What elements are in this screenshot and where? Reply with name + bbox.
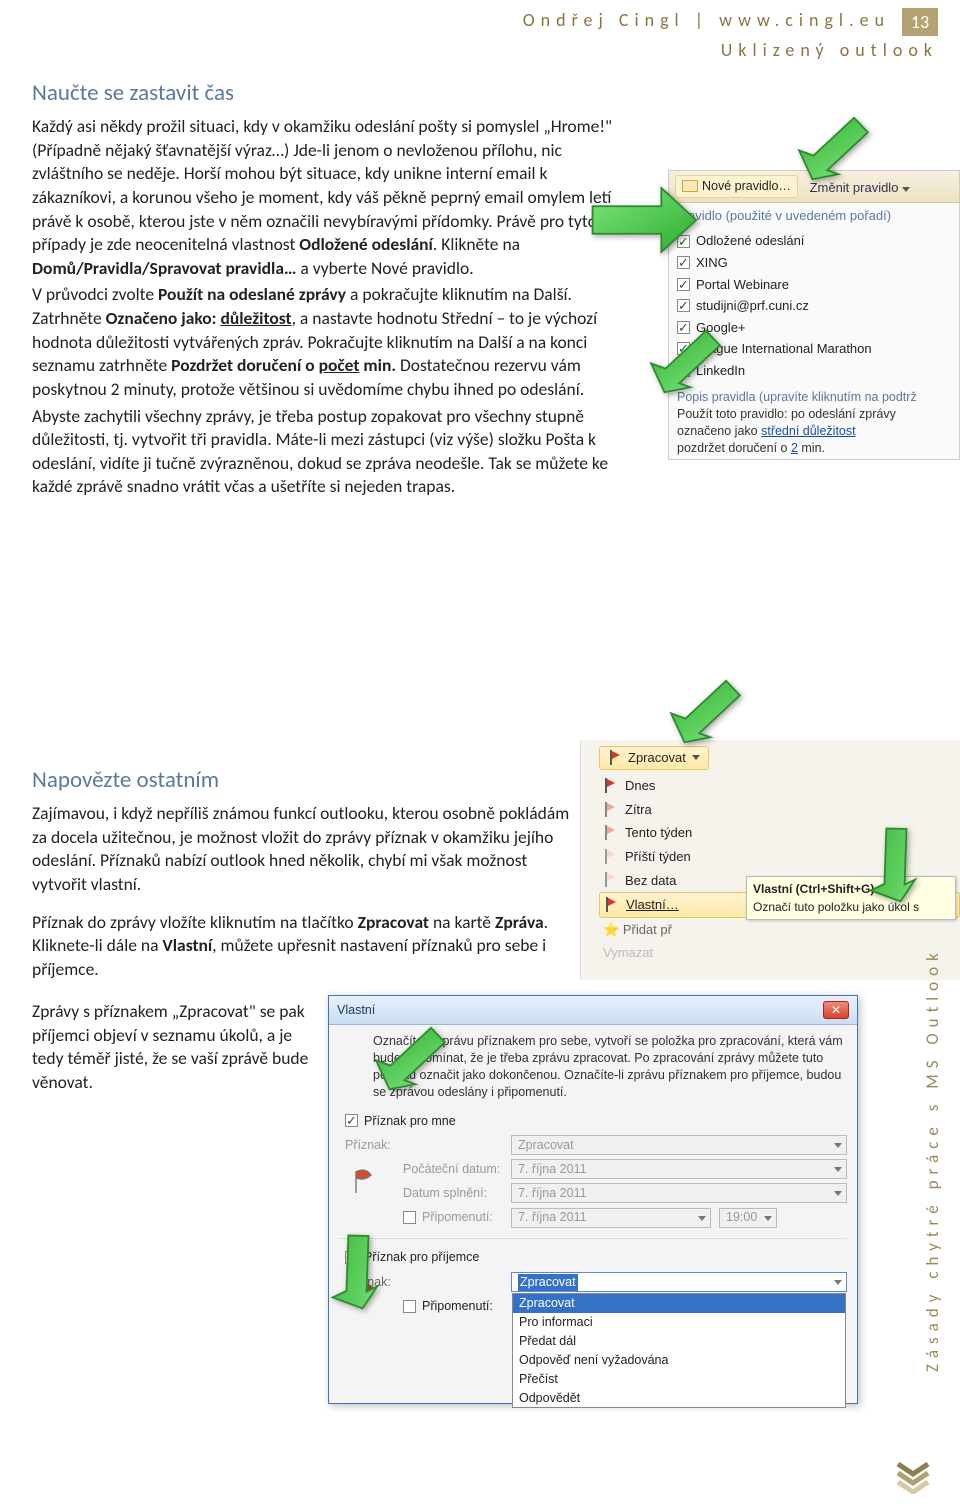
reminder-time-dropdown[interactable]: 19:00 <box>719 1208 777 1228</box>
dropdown-option[interactable]: Pro informaci <box>513 1313 845 1332</box>
due-date-dropdown[interactable]: 7. října 2011 <box>511 1183 847 1203</box>
tooltip-title: Vlastní (Ctrl+Shift+G) <box>753 881 949 897</box>
flag-icon <box>603 778 617 794</box>
followup-item[interactable]: Zítra <box>599 798 960 822</box>
recipient-reminder-checkbox[interactable]: Připomenutí: <box>403 1296 503 1317</box>
dialog-title: Vlastní <box>337 1002 375 1019</box>
flag-icon <box>603 802 617 818</box>
checkbox-icon[interactable] <box>345 1114 358 1127</box>
recipient-flag-dropdown[interactable]: Zpracovat Zpracovat Pro informaci Předat… <box>511 1272 847 1292</box>
section2-body1: Zajímavou, i když nepříliš známou funkcí… <box>32 802 572 897</box>
clear-flag-item[interactable]: Vymazat <box>581 941 960 965</box>
checkbox-icon[interactable] <box>677 299 690 312</box>
section1-title: Naučte se zastavit čas <box>32 78 632 109</box>
section2-body2: Příznak do zprávy vložíte kliknutím na t… <box>32 911 572 982</box>
section2-body3: Zprávy s příznakem „Zpracovat" se pak př… <box>32 1000 322 1095</box>
rule-item[interactable]: Google+ <box>669 317 959 339</box>
rules-list: Odložené odeslání XING Portal Webinare s… <box>669 228 959 383</box>
change-rule-button[interactable]: Změnit pravidlo <box>810 180 911 195</box>
dropdown-option[interactable]: Odpověď není vyžadována <box>513 1351 845 1370</box>
flag-icon <box>603 872 617 888</box>
checkbox-icon[interactable] <box>677 278 690 291</box>
checkbox-icon[interactable] <box>677 321 690 334</box>
followup-menu-screenshot: Zpracovat Dnes Zítra Tento týden Příští … <box>580 740 960 980</box>
dropdown-option[interactable]: Předat dál <box>513 1332 845 1351</box>
close-button[interactable]: ✕ <box>823 1001 849 1019</box>
rule-item[interactable]: studijni@prf.cuni.cz <box>669 295 959 317</box>
checkbox-icon[interactable] <box>677 342 690 355</box>
dialog-titlebar: Vlastní ✕ <box>329 996 857 1025</box>
rule-item[interactable]: LinkedIn <box>669 360 959 382</box>
section-hint-others: Napovězte ostatním Zajímavou, i když nep… <box>32 765 572 984</box>
rule-description: Popis pravidla (upravíte kliknutím na po… <box>669 383 959 460</box>
flag-recipient-icon <box>351 1282 377 1308</box>
chevron-down-icon <box>902 187 910 192</box>
flag-icon <box>603 825 617 841</box>
section1-body: Každý asi někdy prožil situaci, kdy v ok… <box>32 115 632 280</box>
chevron-down-icon <box>692 755 700 760</box>
followup-item[interactable]: Tento týden <box>599 821 960 845</box>
followup-ribbon-button[interactable]: Zpracovat <box>599 746 709 770</box>
add-flag-item[interactable]: ⭐ Přidat př <box>581 918 960 942</box>
custom-flag-dialog: Vlastní ✕ Označíte-li zprávu příznakem p… <box>328 995 858 1404</box>
section1-body2: V průvodci zvolte Použít na odeslané zpr… <box>32 283 632 401</box>
section2-title: Napovězte ostatním <box>32 765 572 796</box>
dropdown-options: Zpracovat Pro informaci Předat dál Odpov… <box>512 1293 846 1408</box>
rule-item[interactable]: Odložené odeslání <box>669 230 959 252</box>
rule-item[interactable]: XING <box>669 252 959 274</box>
checkbox-icon[interactable] <box>677 256 690 269</box>
tooltip-body: Označí tuto položku jako úkol s <box>753 899 949 915</box>
flag-for-recipient-checkbox[interactable]: Příznak pro příjemce <box>345 1247 847 1268</box>
dropdown-option[interactable]: Přečíst <box>513 1370 845 1389</box>
followup-item[interactable]: Příští týden <box>599 845 960 869</box>
section1-body3: Abyste zachytili všechny zprávy, je třeb… <box>32 405 632 500</box>
side-caption: Zásady chytré práce s MS Outlook <box>922 900 950 1420</box>
page-header: Ondřej Cingl | www.cingl.eu 13 Uklizený … <box>523 8 938 63</box>
reminder-date-dropdown[interactable]: 7. října 2011 <box>511 1208 711 1228</box>
flag-icon <box>603 849 617 865</box>
checkbox-icon[interactable] <box>677 364 690 377</box>
envelope-icon <box>682 180 698 192</box>
checkbox-icon[interactable] <box>677 235 690 248</box>
new-rule-button[interactable]: Nové pravidlo… <box>675 175 798 198</box>
dropdown-option[interactable]: Zpracovat <box>513 1294 845 1313</box>
flag-icon <box>608 750 622 766</box>
checkbox-icon[interactable] <box>403 1300 416 1313</box>
rules-panel-screenshot: Nové pravidlo… Změnit pravidlo Pravidlo … <box>668 170 960 460</box>
header-subtitle: Uklizený outlook <box>523 38 938 62</box>
followup-item[interactable]: Dnes <box>599 774 960 798</box>
label-flag: Příznak: <box>345 1137 395 1154</box>
reminder-checkbox[interactable]: Připomenutí: <box>403 1207 503 1228</box>
header-author: Ondřej Cingl | www.cingl.eu <box>523 8 890 32</box>
label-start: Počáteční datum: <box>403 1161 503 1178</box>
dropdown-option[interactable]: Odpovědět <box>513 1389 845 1408</box>
flag-for-me-checkbox[interactable]: Příznak pro mne <box>345 1111 847 1132</box>
flag-icon <box>604 897 618 913</box>
flag-icon <box>351 1169 377 1195</box>
page-number: 13 <box>902 8 938 36</box>
rules-caption: Pravidlo (použité v uvedeném pořadí) <box>669 203 959 229</box>
section-stop-time: Naučte se zastavit čas Každý asi někdy p… <box>32 78 632 502</box>
checkbox-icon[interactable] <box>345 1251 358 1264</box>
dialog-intro: Označíte-li zprávu příznakem pro sebe, v… <box>329 1025 857 1107</box>
start-date-dropdown[interactable]: 7. října 2011 <box>511 1159 847 1179</box>
rule-item[interactable]: Portal Webinare <box>669 274 959 296</box>
rule-item[interactable]: Prague International Marathon <box>669 338 959 360</box>
footer-chevrons-icon <box>896 1460 930 1501</box>
label-due: Datum splnění: <box>403 1185 503 1202</box>
checkbox-icon[interactable] <box>403 1211 416 1224</box>
section2-body3-wrap: Zprávy s příznakem „Zpracovat" se pak př… <box>32 1000 322 1098</box>
flag-dropdown[interactable]: Zpracovat <box>511 1135 847 1155</box>
